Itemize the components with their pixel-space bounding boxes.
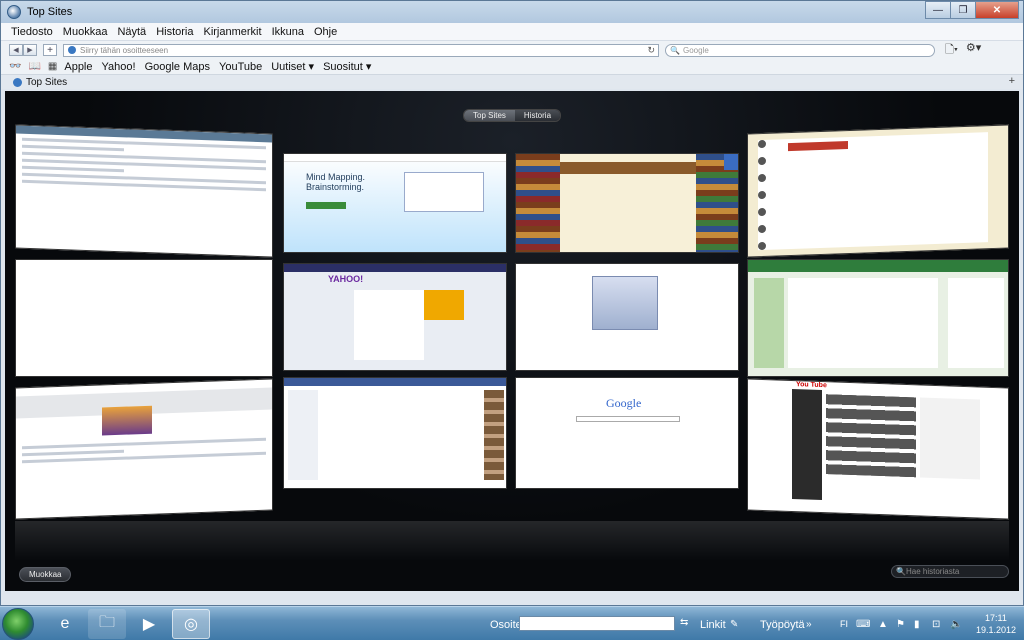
menu-bookmarks[interactable]: Kirjanmerkit (203, 26, 261, 38)
language-indicator[interactable]: FI (840, 619, 848, 629)
network-icon[interactable]: ⊡ (932, 619, 940, 630)
tab-bar: Top Sites + (1, 75, 1023, 89)
mindmeister-headline: Mind Mapping. Brainstorming. (306, 172, 366, 192)
menu-help[interactable]: Ohje (314, 26, 337, 38)
bookmark-popular-folder[interactable]: Suositut ▾ (323, 60, 371, 73)
tab-top-sites[interactable]: Top Sites (26, 77, 67, 88)
window-title: Top Sites (27, 6, 73, 18)
battery-icon[interactable]: ▮ (914, 619, 920, 630)
taskbar-desktop-label[interactable]: Työpöytä (760, 619, 805, 631)
clock[interactable]: 17:11 19.1.2012 (976, 612, 1016, 636)
thumbnail-news-site[interactable] (15, 124, 273, 258)
add-bookmark-button[interactable]: + (43, 44, 57, 56)
thumbnail-green-site[interactable] (747, 259, 1009, 377)
address-placeholder: Siirry tähän osoitteeseen (80, 45, 169, 55)
toolbar: ◀ ▶ + Siirry tähän osoitteeseen ↻ 🔍 Goog… (1, 41, 1023, 59)
tab-history-view[interactable]: Historia (514, 110, 561, 121)
youtube-logo: You Tube (796, 381, 827, 390)
thumbnail-login-page[interactable] (515, 263, 739, 371)
top-sites-grid-icon[interactable]: ▦ (48, 61, 57, 72)
menu-history[interactable]: Historia (156, 26, 193, 38)
thumbnail-google[interactable]: Google (515, 377, 739, 489)
bookmarks-bar: 👓 📖 ▦ Apple Yahoo! Google Maps YouTube U… (1, 59, 1023, 75)
menu-edit[interactable]: Muokkaa (63, 26, 108, 38)
settings-icon[interactable]: ⚙▾ (966, 41, 981, 60)
reload-icon[interactable]: ↻ (647, 45, 655, 56)
chevron-icon[interactable]: » (806, 619, 812, 630)
address-field[interactable]: Siirry tähän osoitteeseen ↻ (63, 43, 659, 57)
menu-bar: Tiedosto Muokkaa Näytä Historia Kirjanme… (1, 23, 1023, 41)
volume-icon[interactable]: 🔈 (950, 619, 962, 630)
taskbar-go-icon[interactable]: ⇆ (680, 617, 688, 628)
menu-file[interactable]: Tiedosto (11, 26, 53, 38)
forward-button[interactable]: ▶ (23, 44, 37, 56)
thumbnail-notebook-blog[interactable] (747, 124, 1009, 258)
bookmark-google-maps[interactable]: Google Maps (145, 61, 210, 73)
status-bar (1, 591, 1023, 605)
bookmark-news-folder[interactable]: Uutiset ▾ (271, 60, 314, 73)
thumbnail-mindmeister[interactable]: Mind Mapping. Brainstorming. (283, 153, 507, 253)
top-sites-view: Top Sites Historia Mind Mapping. Brainst… (5, 91, 1019, 591)
search-icon: 🔍 (670, 45, 680, 55)
start-button[interactable] (2, 608, 34, 640)
search-placeholder: Google (682, 45, 709, 55)
media-player-icon[interactable]: ▶ (130, 609, 168, 639)
search-field[interactable]: 🔍 Google (665, 43, 935, 57)
taskbar-address-input[interactable] (519, 616, 675, 631)
bookmark-youtube[interactable]: YouTube (219, 61, 262, 73)
thumbnail-bookshelf-blog[interactable] (515, 153, 739, 253)
top-sites-grid: Mind Mapping. Brainstorming. YAHOO! Goog… (15, 124, 1009, 545)
browser-window: Top Sites — ❐ ✕ Tiedosto Muokkaa Näytä H… (0, 0, 1024, 606)
explorer-folder-icon[interactable]: 🗀 (88, 609, 126, 639)
tab-globe-icon (13, 77, 22, 87)
internet-explorer-icon[interactable]: e (46, 609, 84, 639)
thumbnail-yahoo[interactable]: YAHOO! (283, 263, 507, 371)
menu-window[interactable]: Ikkuna (272, 26, 304, 38)
clock-date: 19.1.2012 (975, 625, 1016, 635)
tab-top-sites-view[interactable]: Top Sites (464, 110, 515, 121)
view-switcher: Top Sites Historia (463, 109, 562, 122)
new-tab-button[interactable]: + (1009, 75, 1015, 87)
history-search-icon: 🔍 (896, 567, 906, 576)
maximize-button[interactable]: ❐ (950, 1, 976, 19)
thumbnail-portal[interactable] (15, 378, 273, 520)
clock-time: 17:11 (985, 613, 1007, 623)
close-button[interactable]: ✕ (975, 1, 1019, 19)
thumbnail-facebook[interactable] (283, 377, 507, 489)
thumbnail-blank[interactable] (15, 259, 273, 377)
history-search-placeholder: Hae historiasta (906, 567, 960, 576)
back-button[interactable]: ◀ (9, 44, 23, 56)
page-menu-icon[interactable]: 🗋▾ (945, 41, 958, 60)
bookmark-apple[interactable]: Apple (64, 61, 92, 73)
taskbar-links-label[interactable]: Linkit (700, 619, 726, 631)
thumbnail-youtube[interactable]: You Tube (747, 378, 1009, 520)
google-logo: Google (606, 396, 642, 410)
bookmarks-icon[interactable]: 📖 (28, 61, 40, 72)
show-hidden-icons-icon[interactable]: ▲ (878, 619, 888, 630)
window-controls: — ❐ ✕ (925, 1, 1019, 19)
history-search-input[interactable]: 🔍 Hae historiasta (891, 565, 1009, 578)
title-bar: Top Sites — ❐ ✕ (1, 1, 1023, 23)
keyboard-icon[interactable]: ⌨ (856, 619, 870, 630)
minimize-button[interactable]: — (925, 1, 951, 19)
edit-top-sites-button[interactable]: Muokkaa (19, 567, 72, 582)
reading-list-icon[interactable]: 👓 (9, 61, 21, 72)
grid-reflection (15, 521, 1009, 561)
action-center-flag-icon[interactable]: ⚑ (896, 619, 905, 630)
yahoo-logo: YAHOO! (328, 274, 364, 284)
globe-icon (68, 46, 76, 54)
safari-taskbar-icon[interactable]: ◎ (172, 609, 210, 639)
pen-icon[interactable]: ✎ (730, 619, 738, 630)
bookmark-yahoo[interactable]: Yahoo! (102, 61, 136, 73)
menu-view[interactable]: Näytä (117, 26, 146, 38)
taskbar-address-label: Osoite (490, 619, 522, 631)
safari-icon (7, 5, 21, 19)
taskbar: e 🗀 ▶ ◎ Osoite ⇆ Linkit ✎ Työpöytä » FI … (0, 606, 1024, 640)
